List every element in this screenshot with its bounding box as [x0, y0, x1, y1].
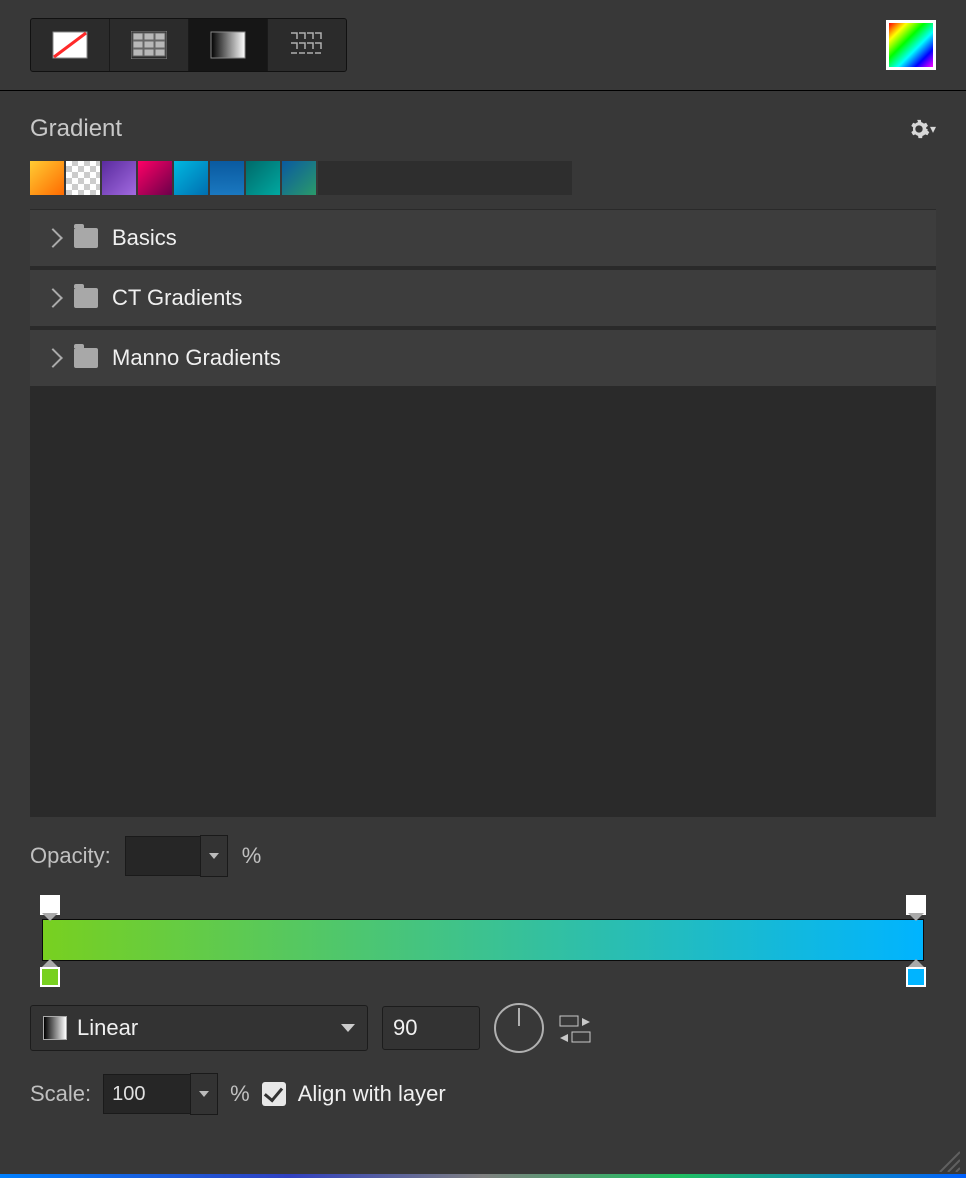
chevron-right-icon — [43, 348, 63, 368]
folder-icon — [74, 288, 98, 308]
fill-type-none[interactable] — [31, 19, 109, 71]
chevron-down-icon — [199, 1091, 209, 1097]
fill-type-solid[interactable] — [110, 19, 188, 71]
stop-pointer-icon — [908, 913, 924, 921]
resize-grip-icon[interactable] — [936, 1148, 960, 1172]
bottom-color-strip — [0, 1174, 966, 1178]
preset-folder[interactable]: Manno Gradients — [30, 329, 936, 387]
scale-dropdown[interactable] — [190, 1073, 218, 1115]
reverse-gradient-button[interactable] — [558, 1012, 598, 1044]
gradient-swatch[interactable] — [246, 161, 280, 195]
chevron-down-icon — [341, 1024, 355, 1032]
scale-input[interactable] — [103, 1074, 190, 1114]
check-icon — [264, 1082, 283, 1102]
opacity-field — [125, 835, 228, 877]
scale-unit: % — [230, 1081, 250, 1107]
opacity-unit: % — [242, 843, 262, 869]
gradient-swatch[interactable] — [282, 161, 316, 195]
opacity-input[interactable] — [125, 836, 200, 876]
color-stop-right[interactable] — [906, 967, 926, 987]
gradient-type-thumb-icon — [43, 1016, 67, 1040]
gradient-swatch[interactable] — [174, 161, 208, 195]
opacity-label: Opacity: — [30, 843, 111, 869]
align-with-layer-label: Align with layer — [298, 1081, 446, 1107]
gradient-preset-browser[interactable]: Basics CT Gradients Manno Gradients — [30, 209, 936, 817]
gradient-swatch[interactable] — [210, 161, 244, 195]
solid-color-icon — [131, 31, 167, 59]
fill-type-group — [30, 18, 347, 72]
fill-type-gradient[interactable] — [189, 19, 267, 71]
swatch-empty-area — [318, 161, 572, 195]
angle-wheel[interactable] — [494, 1003, 544, 1053]
folder-label: Manno Gradients — [112, 345, 281, 371]
folder-icon — [74, 348, 98, 368]
preset-folder[interactable]: CT Gradients — [30, 269, 936, 327]
scale-field — [103, 1073, 218, 1115]
gear-icon — [908, 118, 930, 140]
panel-title: Gradient — [30, 115, 122, 143]
color-stop-left[interactable] — [40, 967, 60, 987]
opacity-dropdown[interactable] — [200, 835, 228, 877]
folder-label: CT Gradients — [112, 285, 242, 311]
gradient-ramp-editor — [30, 895, 936, 985]
fill-type-pattern[interactable] — [268, 19, 346, 71]
stop-pointer-icon — [42, 913, 58, 921]
recent-gradients-row — [30, 161, 936, 195]
gradient-bar[interactable] — [42, 919, 924, 961]
align-with-layer-checkbox[interactable] — [262, 1082, 286, 1106]
chevron-down-icon — [209, 853, 219, 859]
opacity-stop-left[interactable] — [40, 895, 60, 915]
gradient-icon — [210, 31, 246, 59]
folder-label: Basics — [112, 225, 177, 251]
stop-pointer-icon — [42, 959, 58, 967]
no-fill-icon — [52, 31, 88, 59]
gradient-swatch[interactable] — [138, 161, 172, 195]
stop-pointer-icon — [908, 959, 924, 967]
gradient-swatch[interactable] — [30, 161, 64, 195]
gradient-swatch[interactable] — [66, 161, 100, 195]
pattern-icon — [289, 31, 325, 59]
preset-folder[interactable]: Basics — [30, 209, 936, 267]
folder-icon — [74, 228, 98, 248]
gradient-swatch[interactable] — [102, 161, 136, 195]
chevron-right-icon — [43, 228, 63, 248]
panel-menu-button[interactable]: ▾ — [908, 118, 936, 140]
chevron-down-icon: ▾ — [930, 122, 936, 136]
scale-label: Scale: — [30, 1081, 91, 1107]
chevron-right-icon — [43, 288, 63, 308]
gradient-type-label: Linear — [77, 1015, 138, 1041]
gradient-type-select[interactable]: Linear — [30, 1005, 368, 1051]
angle-input[interactable] — [382, 1006, 480, 1050]
opacity-stop-right[interactable] — [906, 895, 926, 915]
color-picker-button[interactable] — [886, 20, 936, 70]
